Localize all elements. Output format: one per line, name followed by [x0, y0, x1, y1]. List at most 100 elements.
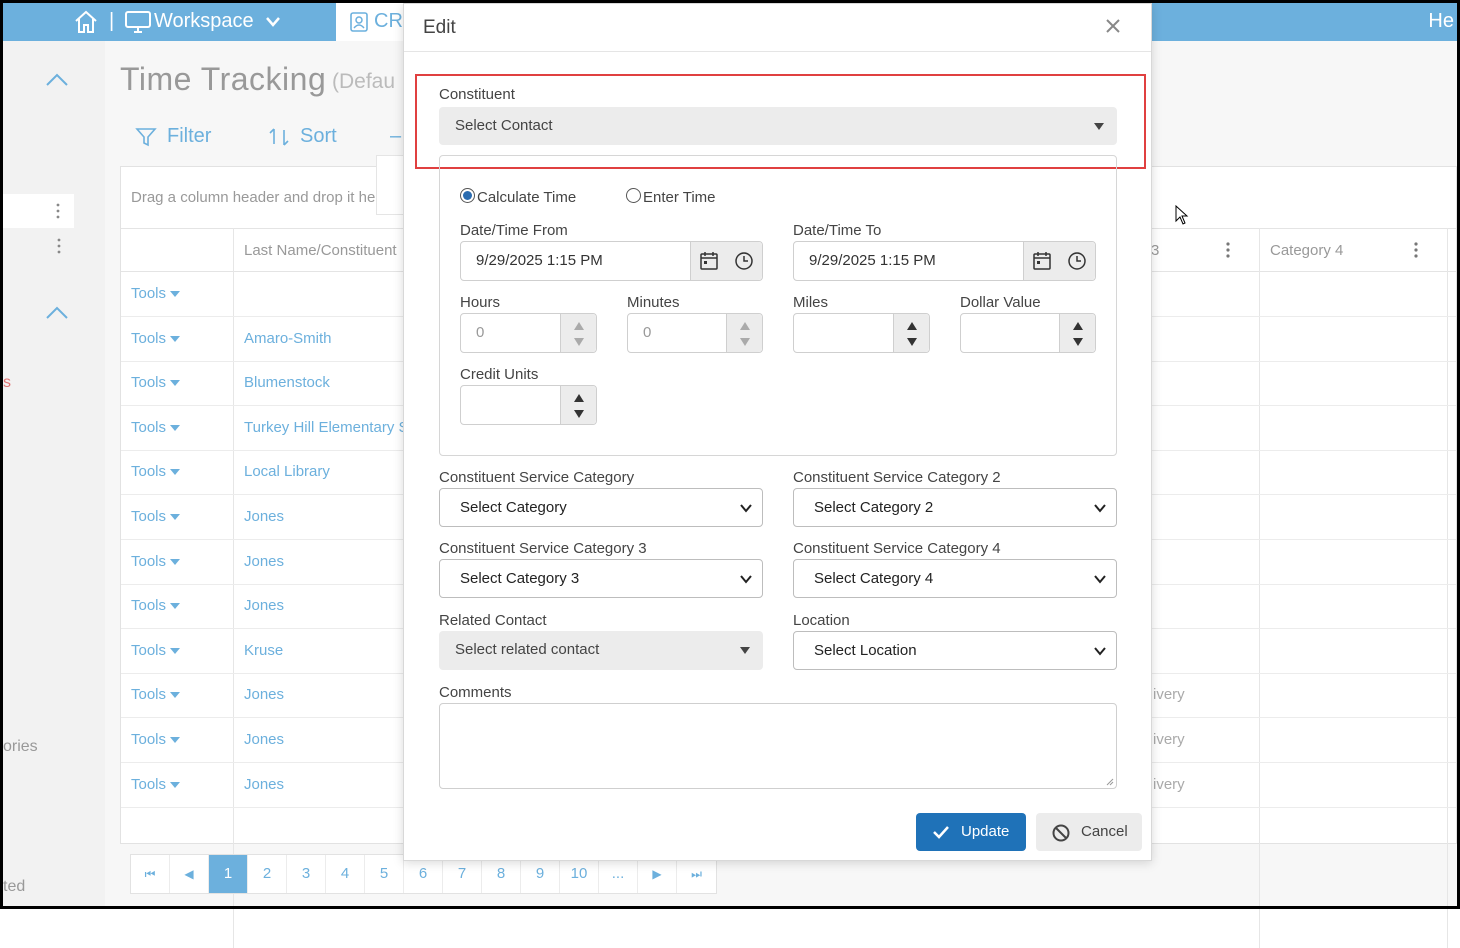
constituent-link[interactable]: Blumenstock	[244, 374, 330, 391]
category-3-cell: ivery	[1153, 775, 1185, 793]
credit-stepper[interactable]	[560, 386, 596, 424]
constituent-link[interactable]: Jones	[244, 731, 284, 748]
category-2-select[interactable]: Select Category 2	[793, 488, 1117, 527]
prev-page-button[interactable]: ◀	[170, 855, 209, 893]
page-button[interactable]: 5	[365, 855, 404, 893]
sidebar-item-categories[interactable]: ories	[3, 738, 38, 756]
radio-empty-icon	[626, 188, 641, 203]
comments-textarea[interactable]	[439, 703, 1117, 789]
monitor-icon	[125, 11, 151, 33]
date-to-input[interactable]: 9/29/2025 1:15 PM	[793, 241, 1096, 281]
tools-menu[interactable]: Tools	[131, 597, 181, 614]
chevron-down-icon[interactable]	[265, 16, 281, 28]
constituent-link[interactable]: Amaro-Smith	[244, 330, 332, 347]
dialog-header: Edit	[404, 4, 1151, 52]
contact-card-icon	[350, 12, 368, 32]
dollar-input[interactable]	[960, 313, 1096, 353]
chevron-down-icon	[740, 575, 752, 584]
chevron-up-icon[interactable]	[45, 73, 69, 87]
calendar-icon[interactable]	[1032, 251, 1052, 271]
dialog-title: Edit	[423, 17, 456, 38]
location-select[interactable]: Select Location	[793, 631, 1117, 670]
constituent-link[interactable]: Local Library	[244, 463, 330, 480]
page-button[interactable]: 2	[248, 855, 287, 893]
filter-button[interactable]: Filter	[135, 125, 211, 148]
sort-icon	[269, 127, 289, 146]
hours-input[interactable]: 0	[460, 313, 597, 353]
dollar-stepper[interactable]	[1059, 314, 1095, 352]
clock-icon[interactable]	[1067, 251, 1087, 271]
from-label: Date/Time From	[460, 222, 568, 239]
left-sidebar: s ories ted ‹	[3, 41, 111, 909]
caret-down-icon	[170, 737, 181, 744]
column-header-last-name[interactable]: Last Name/Constituent	[244, 242, 397, 259]
column-header-category-3[interactable]: 3	[1151, 242, 1159, 259]
tools-menu[interactable]: Tools	[131, 463, 181, 480]
tools-menu[interactable]: Tools	[131, 285, 181, 302]
constituent-link[interactable]: Jones	[244, 553, 284, 570]
caret-down-icon	[170, 380, 181, 387]
calculate-time-radio[interactable]: Calculate Time	[460, 188, 576, 206]
kebab-icon[interactable]	[55, 203, 61, 219]
tools-menu[interactable]: Tools	[131, 776, 181, 793]
category-3-cell: ivery	[1153, 686, 1185, 704]
constituent-select[interactable]: Select Contact	[439, 107, 1117, 145]
enter-time-radio[interactable]: Enter Time	[626, 188, 716, 206]
constituent-link[interactable]: Jones	[244, 686, 284, 703]
page-button[interactable]: 1	[209, 855, 248, 893]
sidebar-item-bottom[interactable]: ted	[3, 878, 25, 896]
tools-menu[interactable]: Tools	[131, 419, 181, 436]
category-select[interactable]: Select Category	[439, 488, 763, 527]
dropdown-fragment	[376, 155, 406, 215]
workspace-menu[interactable]: Workspace	[154, 10, 254, 33]
filter-icon	[135, 127, 157, 146]
tools-menu[interactable]: Tools	[131, 686, 181, 703]
clock-icon[interactable]	[734, 251, 754, 271]
constituent-link[interactable]: Jones	[244, 776, 284, 793]
column-header-category-4[interactable]: Category 4	[1270, 242, 1343, 259]
tools-menu[interactable]: Tools	[131, 553, 181, 570]
constituent-link[interactable]: Turkey Hill Elementary S	[244, 419, 409, 436]
comments-label: Comments	[439, 684, 512, 701]
caret-down-icon	[170, 514, 181, 521]
tools-menu[interactable]: Tools	[131, 642, 181, 659]
sidebar-item-red[interactable]: s	[3, 374, 11, 392]
minutes-input[interactable]: 0	[627, 313, 763, 353]
help-menu[interactable]: He	[1428, 10, 1454, 33]
cancel-button[interactable]: Cancel	[1036, 813, 1142, 851]
filter-label: Filter	[167, 125, 212, 147]
calendar-icon[interactable]	[699, 251, 719, 271]
sort-button[interactable]: Sort	[268, 125, 337, 148]
first-page-button[interactable]: ⏮	[131, 855, 170, 893]
resize-grip-icon[interactable]	[1106, 778, 1114, 786]
constituent-link[interactable]: Jones	[244, 597, 284, 614]
constituent-link[interactable]: Kruse	[244, 642, 283, 659]
kebab-icon[interactable]	[1413, 241, 1419, 259]
tools-menu[interactable]: Tools	[131, 330, 181, 347]
kebab-icon[interactable]	[56, 238, 62, 254]
constituent-link[interactable]: Jones	[244, 508, 284, 525]
chevron-up-icon[interactable]	[45, 306, 69, 320]
update-button[interactable]: Update	[916, 813, 1026, 851]
related-contact-select[interactable]: Select related contact	[439, 631, 763, 670]
miles-stepper[interactable]	[893, 314, 929, 352]
page-button[interactable]: 3	[287, 855, 326, 893]
tools-menu[interactable]: Tools	[131, 374, 181, 391]
hours-stepper[interactable]	[560, 314, 596, 352]
dollar-label: Dollar Value	[960, 294, 1041, 311]
kebab-icon[interactable]	[1225, 241, 1231, 259]
credit-input[interactable]	[460, 385, 597, 425]
category-4-select[interactable]: Select Category 4	[793, 559, 1117, 598]
category-3-select[interactable]: Select Category 3	[439, 559, 763, 598]
home-icon[interactable]	[73, 9, 99, 35]
miles-input[interactable]	[793, 313, 930, 353]
caret-down-icon	[170, 558, 181, 565]
page-button[interactable]: 4	[326, 855, 365, 893]
tools-menu[interactable]: Tools	[131, 508, 181, 525]
minutes-stepper[interactable]	[726, 314, 762, 352]
close-icon[interactable]	[1105, 18, 1121, 34]
tools-menu[interactable]: Tools	[131, 731, 181, 748]
sidebar-item[interactable]	[3, 194, 74, 228]
date-from-input[interactable]: 9/29/2025 1:15 PM	[460, 241, 763, 281]
more-button[interactable]: –	[390, 125, 401, 148]
